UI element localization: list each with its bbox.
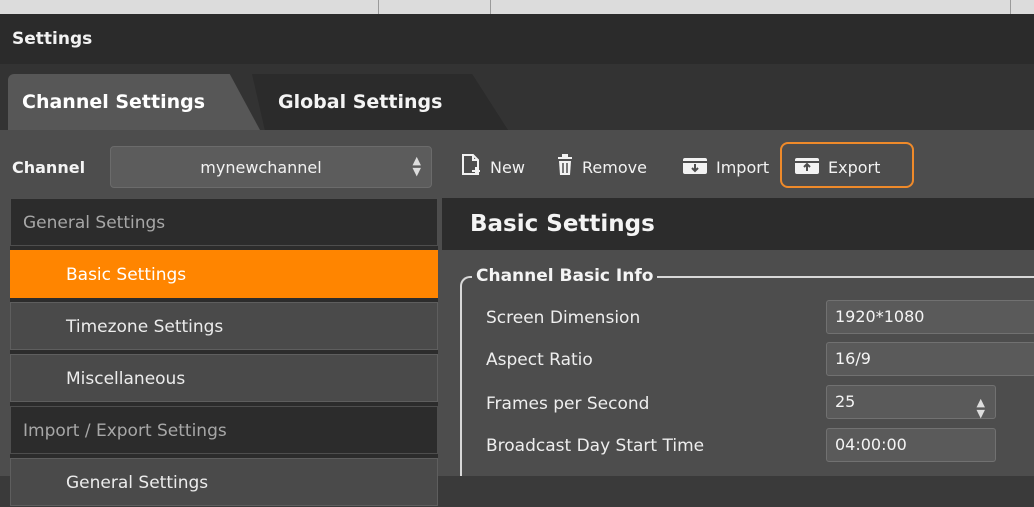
up-down-arrows-icon: ▲ ▼ xyxy=(976,396,985,420)
export-button-label: Export xyxy=(828,157,881,177)
nav-item-general-settings[interactable]: General Settings xyxy=(10,458,438,506)
group-title: Channel Basic Info xyxy=(472,266,658,286)
remove-button[interactable]: Remove xyxy=(556,146,647,188)
tab-channel-settings[interactable]: Channel Settings xyxy=(8,74,260,130)
new-button-label: New xyxy=(490,157,525,177)
tab-global-settings[interactable]: Global Settings xyxy=(252,74,508,130)
broadcast-day-start-time-field[interactable]: 04:00:00 xyxy=(826,428,996,462)
import-button-label: Import xyxy=(716,157,770,177)
nav-item-basic-settings[interactable]: Basic Settings xyxy=(10,250,438,298)
import-icon xyxy=(682,154,708,180)
screen-dimension-field[interactable]: 1920*1080 xyxy=(826,300,1034,334)
up-down-arrows-icon: ▲ ▼ xyxy=(412,154,421,178)
nav-item-timezone-settings[interactable]: Timezone Settings xyxy=(10,302,438,350)
channel-select-value: mynewchannel xyxy=(200,158,322,177)
nav-group-general-settings[interactable]: General Settings xyxy=(10,198,438,246)
export-button[interactable]: Export xyxy=(794,146,880,188)
aspect-ratio-field[interactable]: 16/9 xyxy=(826,342,1034,376)
new-button[interactable]: New xyxy=(460,146,525,188)
frames-per-second-label: Frames per Second xyxy=(486,394,650,414)
top-strip xyxy=(0,0,1034,14)
broadcast-day-start-time-label: Broadcast Day Start Time xyxy=(486,436,705,456)
section-header: Basic Settings xyxy=(442,198,1034,250)
channel-select[interactable]: mynewchannel ▲ ▼ xyxy=(110,146,432,188)
frames-per-second-value: 25 xyxy=(835,392,856,411)
window-titlebar: Settings xyxy=(0,14,1034,65)
remove-button-label: Remove xyxy=(582,157,647,177)
page-title: Basic Settings xyxy=(470,211,655,237)
trash-icon xyxy=(556,153,574,181)
nav-group-import-export-settings[interactable]: Import / Export Settings xyxy=(10,406,438,454)
aspect-ratio-label: Aspect Ratio xyxy=(486,350,593,370)
export-icon xyxy=(794,154,820,180)
channel-label: Channel xyxy=(12,158,86,177)
frames-per-second-select[interactable]: 25 ▲ ▼ xyxy=(826,385,996,419)
screen-dimension-label: Screen Dimension xyxy=(486,308,641,328)
import-button[interactable]: Import xyxy=(682,146,769,188)
settings-sidebar: General Settings Basic Settings Timezone… xyxy=(10,198,438,506)
nav-item-miscellaneous[interactable]: Miscellaneous xyxy=(10,354,438,402)
new-file-icon xyxy=(460,153,482,181)
window-title: Settings xyxy=(12,29,93,49)
tab-bar: Global Settings Channel Settings xyxy=(0,64,1034,130)
